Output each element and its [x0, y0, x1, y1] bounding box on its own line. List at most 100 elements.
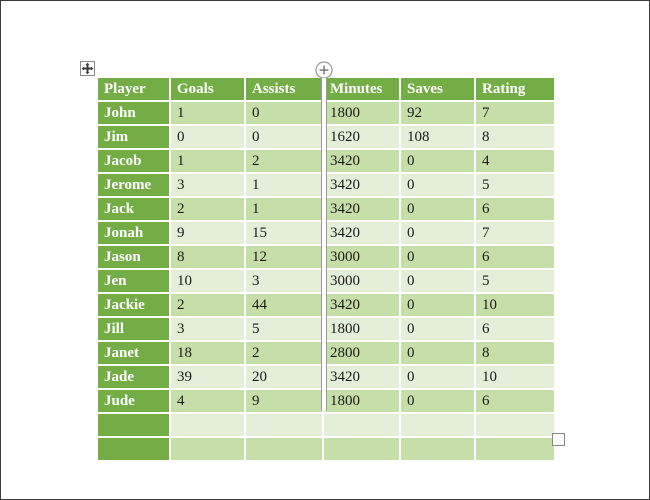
cell-assists[interactable]: 9	[246, 390, 324, 414]
column-boundary-indicator[interactable]	[321, 78, 327, 411]
cell-rating[interactable]: 8	[476, 342, 554, 366]
cell-minutes[interactable]: 3420	[324, 150, 401, 174]
cell-minutes[interactable]: 3000	[324, 270, 401, 294]
row-header-player[interactable]: Jerome	[98, 174, 171, 198]
cell-assists[interactable]	[246, 414, 324, 438]
cell-assists[interactable]: 44	[246, 294, 324, 318]
cell-assists[interactable]: 1	[246, 174, 324, 198]
cell-assists[interactable]: 1	[246, 198, 324, 222]
cell-saves[interactable]: 0	[401, 318, 476, 342]
row-header-player[interactable]: Jude	[98, 390, 171, 414]
cell-rating[interactable]: 4	[476, 150, 554, 174]
cell-goals[interactable]: 4	[171, 390, 246, 414]
cell-goals[interactable]: 10	[171, 270, 246, 294]
cell-saves[interactable]	[401, 414, 476, 438]
cell-saves[interactable]: 0	[401, 198, 476, 222]
cell-goals[interactable]: 1	[171, 102, 246, 126]
cell-rating[interactable]: 8	[476, 126, 554, 150]
row-header-player[interactable]: Jason	[98, 246, 171, 270]
cell-assists[interactable]: 15	[246, 222, 324, 246]
row-header-player[interactable]: Janet	[98, 342, 171, 366]
column-header-rating[interactable]: Rating	[476, 78, 554, 102]
column-header-assists[interactable]: Assists	[246, 78, 324, 102]
cell-goals[interactable]: 18	[171, 342, 246, 366]
column-header-goals[interactable]: Goals	[171, 78, 246, 102]
table-move-handle[interactable]	[80, 61, 95, 76]
cell-rating[interactable]: 6	[476, 318, 554, 342]
column-header-saves[interactable]: Saves	[401, 78, 476, 102]
cell-minutes[interactable]: 3420	[324, 222, 401, 246]
cell-saves[interactable]: 92	[401, 102, 476, 126]
cell-saves[interactable]: 0	[401, 390, 476, 414]
cell-minutes[interactable]: 3420	[324, 174, 401, 198]
cell-goals[interactable]: 2	[171, 198, 246, 222]
cell-minutes[interactable]: 3420	[324, 198, 401, 222]
cell-goals[interactable]	[171, 414, 246, 438]
cell-rating[interactable]	[476, 438, 554, 462]
cell-saves[interactable]: 108	[401, 126, 476, 150]
cell-saves[interactable]: 0	[401, 174, 476, 198]
cell-goals[interactable]: 8	[171, 246, 246, 270]
cell-saves[interactable]: 0	[401, 270, 476, 294]
cell-rating[interactable]: 10	[476, 366, 554, 390]
cell-minutes[interactable]: 1800	[324, 390, 401, 414]
cell-minutes[interactable]	[324, 414, 401, 438]
cell-minutes[interactable]: 3420	[324, 366, 401, 390]
table-row[interactable]	[98, 438, 554, 462]
cell-goals[interactable]: 2	[171, 294, 246, 318]
cell-goals[interactable]: 9	[171, 222, 246, 246]
row-header-player[interactable]	[98, 414, 171, 438]
cell-rating[interactable]: 7	[476, 102, 554, 126]
cell-assists[interactable]: 0	[246, 102, 324, 126]
cell-saves[interactable]: 0	[401, 294, 476, 318]
cell-rating[interactable]: 6	[476, 246, 554, 270]
cell-rating[interactable]: 5	[476, 174, 554, 198]
cell-minutes[interactable]: 3420	[324, 294, 401, 318]
cell-rating[interactable]: 6	[476, 390, 554, 414]
row-header-player[interactable]: Jade	[98, 366, 171, 390]
cell-minutes[interactable]: 1800	[324, 318, 401, 342]
cell-assists[interactable]: 0	[246, 126, 324, 150]
cell-rating[interactable]: 6	[476, 198, 554, 222]
row-header-player[interactable]: Jack	[98, 198, 171, 222]
cell-minutes[interactable]: 1620	[324, 126, 401, 150]
cell-rating[interactable]	[476, 414, 554, 438]
cell-goals[interactable]: 0	[171, 126, 246, 150]
row-header-player[interactable]: John	[98, 102, 171, 126]
table-row[interactable]	[98, 414, 554, 438]
column-header-minutes[interactable]: Minutes	[324, 78, 401, 102]
cell-minutes[interactable]: 3000	[324, 246, 401, 270]
row-header-player[interactable]: Jonah	[98, 222, 171, 246]
cell-saves[interactable]: 0	[401, 342, 476, 366]
cell-assists[interactable]: 20	[246, 366, 324, 390]
row-header-player[interactable]: Jill	[98, 318, 171, 342]
cell-assists[interactable]: 3	[246, 270, 324, 294]
table-resize-handle[interactable]	[552, 433, 565, 446]
cell-goals[interactable]: 1	[171, 150, 246, 174]
cell-saves[interactable]: 0	[401, 246, 476, 270]
cell-goals[interactable]	[171, 438, 246, 462]
cell-goals[interactable]: 3	[171, 318, 246, 342]
cell-rating[interactable]: 7	[476, 222, 554, 246]
cell-saves[interactable]	[401, 438, 476, 462]
cell-assists[interactable]	[246, 438, 324, 462]
cell-rating[interactable]: 10	[476, 294, 554, 318]
cell-assists[interactable]: 12	[246, 246, 324, 270]
row-header-player[interactable]: Jen	[98, 270, 171, 294]
cell-minutes[interactable]	[324, 438, 401, 462]
cell-goals[interactable]: 39	[171, 366, 246, 390]
column-header-player[interactable]: Player	[98, 78, 171, 102]
cell-saves[interactable]: 0	[401, 366, 476, 390]
cell-saves[interactable]: 0	[401, 150, 476, 174]
cell-goals[interactable]: 3	[171, 174, 246, 198]
cell-assists[interactable]: 2	[246, 342, 324, 366]
row-header-player[interactable]: Jim	[98, 126, 171, 150]
cell-minutes[interactable]: 2800	[324, 342, 401, 366]
row-header-player[interactable]	[98, 438, 171, 462]
cell-rating[interactable]: 5	[476, 270, 554, 294]
cell-assists[interactable]: 5	[246, 318, 324, 342]
cell-assists[interactable]: 2	[246, 150, 324, 174]
row-header-player[interactable]: Jacob	[98, 150, 171, 174]
cell-saves[interactable]: 0	[401, 222, 476, 246]
row-header-player[interactable]: Jackie	[98, 294, 171, 318]
